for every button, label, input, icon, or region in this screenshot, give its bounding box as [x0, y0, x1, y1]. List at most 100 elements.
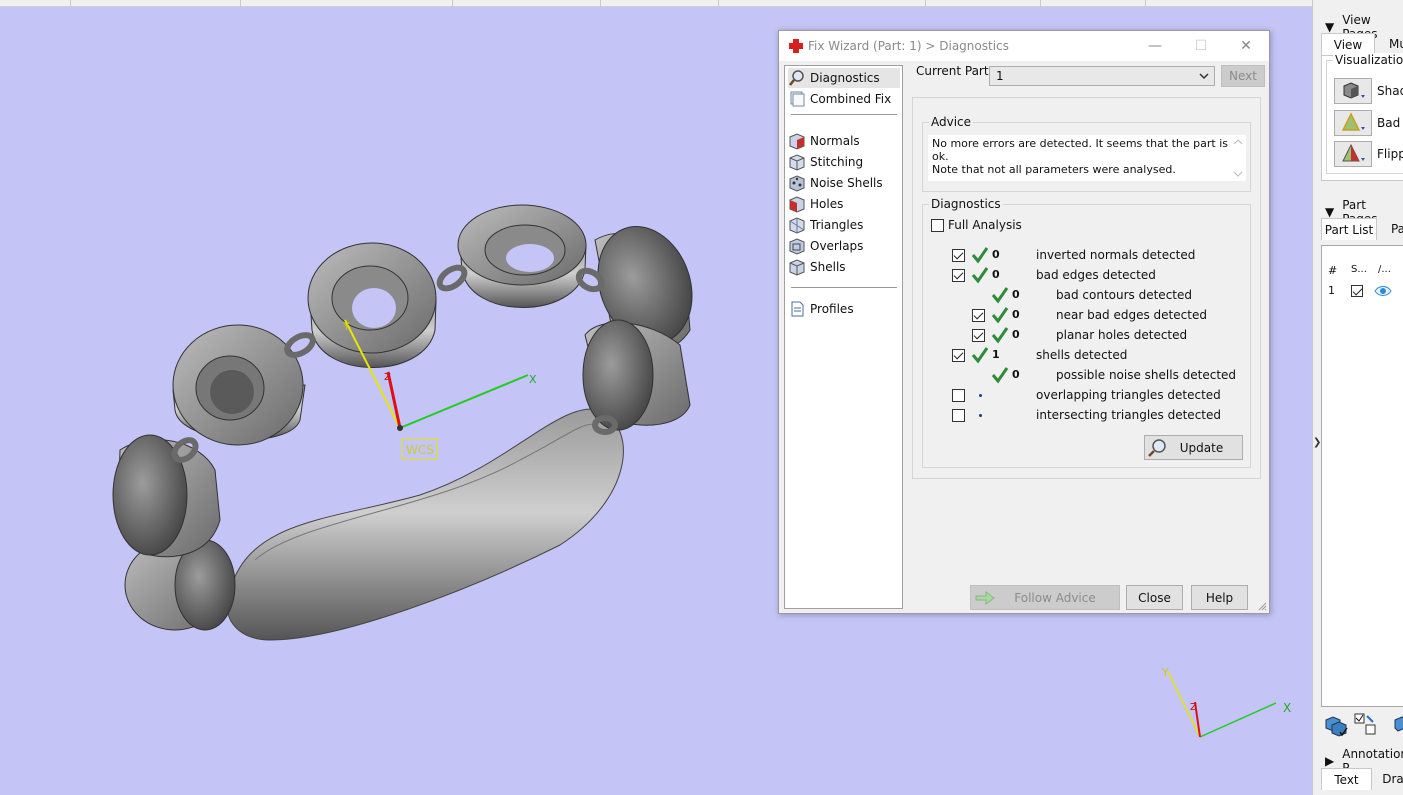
- intersecting-triangles-checkbox[interactable]: [952, 409, 965, 422]
- splitter-handle-icon[interactable]: ❯: [1313, 437, 1321, 451]
- current-part-value: 1: [996, 69, 1004, 83]
- collapse-triangle-icon: ▼: [1325, 20, 1335, 34]
- success-check-icon: [971, 267, 989, 284]
- help-button[interactable]: Help: [1191, 585, 1248, 610]
- top-toolbar-strip: [0, 0, 1312, 7]
- nav-item-normals[interactable]: Normals: [788, 131, 900, 151]
- bad-contours-label: bad contours detected: [1056, 288, 1192, 302]
- combined-fix-icon: [788, 90, 806, 108]
- near-bad-edges-label: near bad edges detected: [1056, 308, 1207, 322]
- nav-label: Combined Fix: [810, 92, 892, 106]
- inverted-normals-count: 0: [992, 248, 1000, 261]
- tab-mu[interactable]: Mu: [1383, 33, 1403, 55]
- chevron-down-icon: [1199, 73, 1209, 80]
- nav-item-profiles[interactable]: Profiles: [788, 299, 900, 319]
- full-analysis-checkbox[interactable]: [931, 219, 944, 232]
- intersecting-triangles-label: intersecting triangles detected: [1036, 408, 1221, 422]
- bad-edges-count: 0: [992, 268, 1000, 281]
- part-list[interactable]: # S... /... 1: [1321, 245, 1403, 707]
- tab-dra[interactable]: Dra: [1379, 768, 1403, 790]
- planar-holes-checkbox[interactable]: [972, 329, 985, 342]
- tab-part-list[interactable]: Part List: [1321, 218, 1377, 240]
- noise-shells-label: possible noise shells detected: [1056, 368, 1237, 382]
- bad-edges-checkbox[interactable]: [952, 269, 965, 282]
- checkbox-toggle-icon[interactable]: [1353, 712, 1379, 738]
- tab-pa[interactable]: Pa: [1385, 218, 1403, 240]
- nav-item-shells[interactable]: Shells: [788, 257, 900, 277]
- success-check-icon: [991, 287, 1009, 304]
- cube-icon[interactable]: [1393, 712, 1403, 738]
- part-select-checkbox[interactable]: [1351, 285, 1363, 297]
- nav-label: Profiles: [810, 302, 854, 316]
- follow-advice-button[interactable]: Follow Advice: [970, 585, 1120, 610]
- maximize-button[interactable]: ☐: [1187, 35, 1215, 57]
- resize-grip-icon[interactable]: [1257, 601, 1267, 611]
- noise-shells-count: 0: [1012, 368, 1020, 381]
- diagnostics-group: Diagnostics Full Analysis 0 inverted nor…: [922, 197, 1251, 468]
- column-header-visibility[interactable]: /...: [1378, 264, 1391, 275]
- stitching-cube-icon: [788, 153, 806, 171]
- nav-item-noise-shells[interactable]: Noise Shells: [788, 173, 900, 193]
- shells-count: 1: [992, 348, 1000, 361]
- tab-text[interactable]: Text: [1321, 768, 1372, 790]
- nav-item-combined-fix[interactable]: Combined Fix: [788, 89, 900, 109]
- shade-button[interactable]: [1334, 78, 1372, 104]
- nav-item-triangles[interactable]: Triangles: [788, 215, 900, 235]
- advice-line-2: Note that not all parameters were analys…: [932, 163, 1176, 176]
- success-check-icon: [991, 367, 1009, 384]
- right-side-panel: ❯ ▼ View Pages View Mu Visualization Sha…: [1312, 0, 1403, 795]
- nav-label: Diagnostics: [810, 71, 880, 85]
- current-part-select[interactable]: 1: [989, 66, 1215, 86]
- advice-line-1: No more errors are detected. It seems th…: [932, 137, 1229, 163]
- flipped-triangles-icon: [1342, 143, 1365, 162]
- visualization-label: Visualization: [1333, 53, 1403, 67]
- bad-edges-label: Bad E: [1377, 116, 1403, 130]
- nav-item-overlaps[interactable]: Overlaps: [788, 236, 900, 256]
- flipped-triangles-button[interactable]: [1334, 141, 1372, 167]
- inverted-normals-checkbox[interactable]: [952, 249, 965, 262]
- nav-item-holes[interactable]: Holes: [788, 194, 900, 214]
- shells-label: shells detected: [1036, 348, 1128, 362]
- fix-wizard-dialog: Fix Wizard (Part: 1) > Diagnostics — ☐ ✕…: [778, 30, 1270, 614]
- advice-scrollbar[interactable]: [1230, 135, 1246, 181]
- cubes-check-icon[interactable]: [1323, 712, 1349, 738]
- triangles-cube-icon: [788, 216, 806, 234]
- noise-shells-icon: [788, 174, 806, 192]
- holes-cube-icon: [788, 195, 806, 213]
- shells-checkbox[interactable]: [952, 349, 965, 362]
- close-button[interactable]: Close: [1126, 585, 1183, 610]
- advice-group: Advice No more errors are detected. It s…: [922, 115, 1251, 192]
- nav-label: Stitching: [810, 155, 864, 169]
- nav-item-diagnostics[interactable]: Diagnostics: [788, 68, 900, 88]
- nav-label: Shells: [810, 260, 846, 274]
- fix-wizard-nav: Diagnostics Combined Fix Normals Stitchi…: [784, 65, 903, 609]
- eye-icon[interactable]: [1374, 284, 1392, 298]
- bad-edges-button[interactable]: [1334, 110, 1372, 136]
- nav-label: Normals: [810, 134, 860, 148]
- follow-advice-label: Follow Advice: [1014, 590, 1096, 605]
- next-button[interactable]: Next: [1221, 65, 1265, 87]
- bad-edges-triangle-icon: [1341, 112, 1365, 131]
- column-header-s[interactable]: S...: [1351, 264, 1367, 275]
- magnifier-icon: [1148, 439, 1166, 457]
- nav-item-stitching[interactable]: Stitching: [788, 152, 900, 172]
- mini-axis-y-label: Y: [1161, 666, 1169, 679]
- part-index: 1: [1328, 284, 1335, 297]
- update-button[interactable]: Update: [1144, 435, 1243, 460]
- close-window-button[interactable]: ✕: [1232, 35, 1260, 57]
- collapse-triangle-icon: ▼: [1325, 205, 1335, 219]
- profiles-document-icon: [788, 300, 806, 318]
- near-bad-edges-checkbox[interactable]: [972, 309, 985, 322]
- tab-view[interactable]: View: [1321, 33, 1375, 55]
- flipped-label: Flippe: [1377, 147, 1403, 161]
- expand-triangle-icon: ▶: [1325, 754, 1335, 768]
- minimize-button[interactable]: —: [1141, 35, 1169, 57]
- overlaps-cube-icon: [788, 237, 806, 255]
- full-analysis-label: Full Analysis: [948, 218, 1022, 232]
- diagnostics-heading: Diagnostics: [929, 197, 1003, 211]
- overlapping-triangles-checkbox[interactable]: [952, 389, 965, 402]
- axis-y-label: Y: [342, 320, 350, 333]
- column-header-index[interactable]: #: [1328, 264, 1337, 277]
- dialog-titlebar[interactable]: Fix Wizard (Part: 1) > Diagnostics — ☐ ✕: [779, 31, 1269, 61]
- nav-separator: [791, 114, 897, 115]
